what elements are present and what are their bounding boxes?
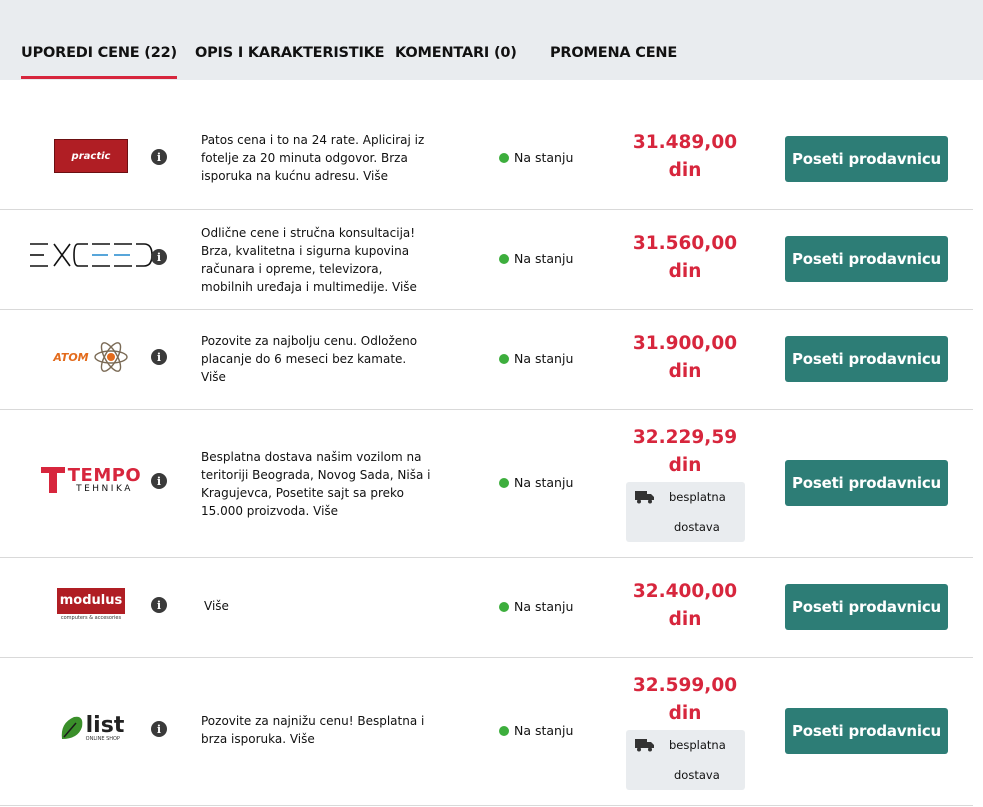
shop-logo-practic[interactable]: practic <box>28 139 154 173</box>
offer-row: modulus computers & accesories i Više Na… <box>0 558 973 658</box>
logo-text: ATOM <box>53 350 89 364</box>
offer-row: practic i Patos cena i to na 24 rate. Ap… <box>0 109 973 210</box>
offer-description: Odlične cene i stručna konsultacija! Brz… <box>201 224 433 296</box>
stock-status: Na stanju <box>499 723 573 738</box>
info-icon[interactable]: i <box>151 473 167 489</box>
info-icon[interactable]: i <box>151 149 167 165</box>
offer-price: 31.560,00 din <box>632 233 738 282</box>
free-shipping-badge: besplatna dostava <box>626 730 745 790</box>
truck-icon <box>635 491 654 504</box>
logo-subtext: TEHNIKA <box>76 483 133 494</box>
more-link[interactable]: Više <box>313 504 338 518</box>
more-link[interactable]: Više <box>392 280 417 294</box>
offer-price: 32.400,00 din <box>632 581 738 630</box>
more-link[interactable]: Više <box>201 370 226 384</box>
offer-description: Besplatna dostava našim vozilom na terit… <box>201 448 433 520</box>
visit-shop-button[interactable]: Poseti prodavnicu <box>785 136 948 182</box>
tab-bar: UPOREDI CENE (22) OPIS I KARAKTERISTIKE … <box>0 0 983 80</box>
more-link[interactable]: Više <box>204 599 229 613</box>
description-text: Patos cena i to na 24 rate. Apliciraj iz… <box>201 133 425 183</box>
stock-status: Na stanju <box>499 251 573 266</box>
logo-text: modulus <box>57 588 125 614</box>
visit-shop-button[interactable]: Poseti prodavnicu <box>785 336 948 382</box>
offer-row: TEMPO TEHNIKA i Besplatna dostava našim … <box>0 410 973 558</box>
in-stock-dot-icon <box>499 152 509 163</box>
in-stock-dot-icon <box>499 725 509 736</box>
description-text: Pozovite za najbolju cenu. Odloženo plac… <box>201 334 418 366</box>
description-text: Odlične cene i stručna konsultacija! Brz… <box>201 226 416 294</box>
more-link[interactable]: Više <box>290 732 315 746</box>
logo-subtext: ONLINE SHOP <box>85 735 120 742</box>
in-stock-dot-icon <box>499 253 509 264</box>
visit-shop-button[interactable]: Poseti prodavnicu <box>785 584 948 630</box>
offer-row: list ONLINE SHOP i Pozovite za najnižu c… <box>0 658 973 806</box>
info-icon[interactable]: i <box>151 249 167 265</box>
offer-description: Patos cena i to na 24 rate. Apliciraj iz… <box>201 131 433 185</box>
shop-logo-atom[interactable]: ATOM <box>28 338 154 376</box>
tab-compare-prices[interactable]: UPOREDI CENE (22) <box>21 45 177 79</box>
more-link[interactable]: Više <box>363 169 388 183</box>
offer-description: Više <box>201 597 433 615</box>
visit-shop-button[interactable]: Poseti prodavnicu <box>785 236 948 282</box>
visit-shop-button[interactable]: Poseti prodavnicu <box>785 460 948 506</box>
visit-shop-button[interactable]: Poseti prodavnicu <box>785 708 948 754</box>
info-icon[interactable]: i <box>151 349 167 365</box>
logo-text: list <box>85 712 125 738</box>
tempo-t-icon <box>40 467 65 493</box>
logo-text: practic <box>71 150 111 162</box>
offer-price: 32.599,00 din <box>632 675 738 724</box>
info-icon[interactable]: i <box>151 597 167 613</box>
offer-row: i Odlične cene i stručna konsultacija! B… <box>0 210 973 310</box>
in-stock-dot-icon <box>499 601 509 612</box>
shop-logo-exceed[interactable] <box>28 240 154 270</box>
atom-icon <box>93 342 128 372</box>
offer-description: Pozovite za najbolju cenu. Odloženo plac… <box>201 332 433 386</box>
shop-logo-list[interactable]: list ONLINE SHOP <box>28 710 154 746</box>
in-stock-dot-icon <box>499 353 509 364</box>
offer-description: Pozovite za najnižu cenu! Besplatna i br… <box>201 712 433 748</box>
shop-logo-tempo[interactable]: TEMPO TEHNIKA <box>28 465 154 495</box>
offer-price: 31.900,00 din <box>632 333 738 382</box>
logo-text: TEMPO <box>67 464 142 486</box>
free-shipping-badge: besplatna dostava <box>626 482 745 542</box>
truck-icon <box>635 739 654 752</box>
tab-description[interactable]: OPIS I KARAKTERISTIKE <box>195 45 385 61</box>
tab-comments[interactable]: KOMENTARI (0) <box>395 45 517 61</box>
offer-price: 32.229,59 din <box>632 427 738 476</box>
logo-subtext: computers & accesories <box>60 615 122 621</box>
info-icon[interactable]: i <box>151 721 167 737</box>
exceed-logo-icon <box>30 243 153 267</box>
in-stock-dot-icon <box>499 477 509 488</box>
offer-row: ATOM i Pozovite za najbolju cenu. Odlože… <box>0 310 973 410</box>
list-leaf-icon <box>61 716 82 739</box>
stock-status: Na stanju <box>499 150 573 165</box>
tab-price-change[interactable]: PROMENA CENE <box>550 45 677 61</box>
stock-status: Na stanju <box>499 351 573 366</box>
stock-status: Na stanju <box>499 599 573 614</box>
shop-logo-modulus[interactable]: modulus computers & accesories <box>28 586 154 624</box>
stock-status: Na stanju <box>499 475 573 490</box>
offer-price: 31.489,00 din <box>632 132 738 181</box>
